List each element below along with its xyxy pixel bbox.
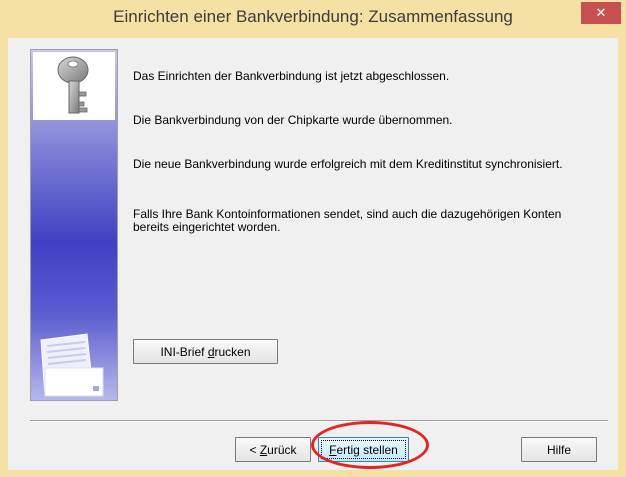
back-label-post: urück [267,442,297,457]
message-line-2: Die Bankverbindung von der Chipkarte wur… [133,113,453,127]
back-button[interactable]: < Zurück [235,437,311,462]
wizard-side-panel [30,49,118,401]
close-icon: ✕ [595,5,607,20]
back-label-pre: < [249,442,260,457]
finish-button[interactable]: Fertig stellen [318,437,409,462]
button-separator [30,420,608,422]
help-button[interactable]: Hilfe [521,437,597,462]
ini-brief-print-button[interactable]: INI-Brief d rucken [133,339,278,364]
message-line-4: Falls Ihre Bank Kontoinformationen sende… [133,207,562,234]
letter-document-icon [31,332,117,400]
ini-brief-accel: d [207,344,215,359]
window-title: Einrichten einer Bankverbindung: Zusamme… [113,7,513,26]
title-bar[interactable]: Einrichten einer Bankverbindung: Zusamme… [0,0,626,38]
ini-brief-label-post: rucken [214,344,251,359]
back-accel: Z [259,442,268,457]
help-label: Hilfe [546,442,571,457]
ini-brief-label-pre: INI-Brief [160,344,208,359]
message-line-3: Die neue Bankverbindung wurde erfolgreic… [133,157,563,171]
close-button[interactable]: ✕ [581,2,621,24]
finish-focus-rect [321,440,406,459]
message-line-1: Das Einrichten der Bankverbindung ist je… [133,69,450,83]
dialog-window: Einrichten einer Bankverbindung: Zusamme… [0,0,626,477]
dialog-client-area: Das Einrichten der Bankverbindung ist je… [8,38,618,470]
key-icon [33,52,115,120]
